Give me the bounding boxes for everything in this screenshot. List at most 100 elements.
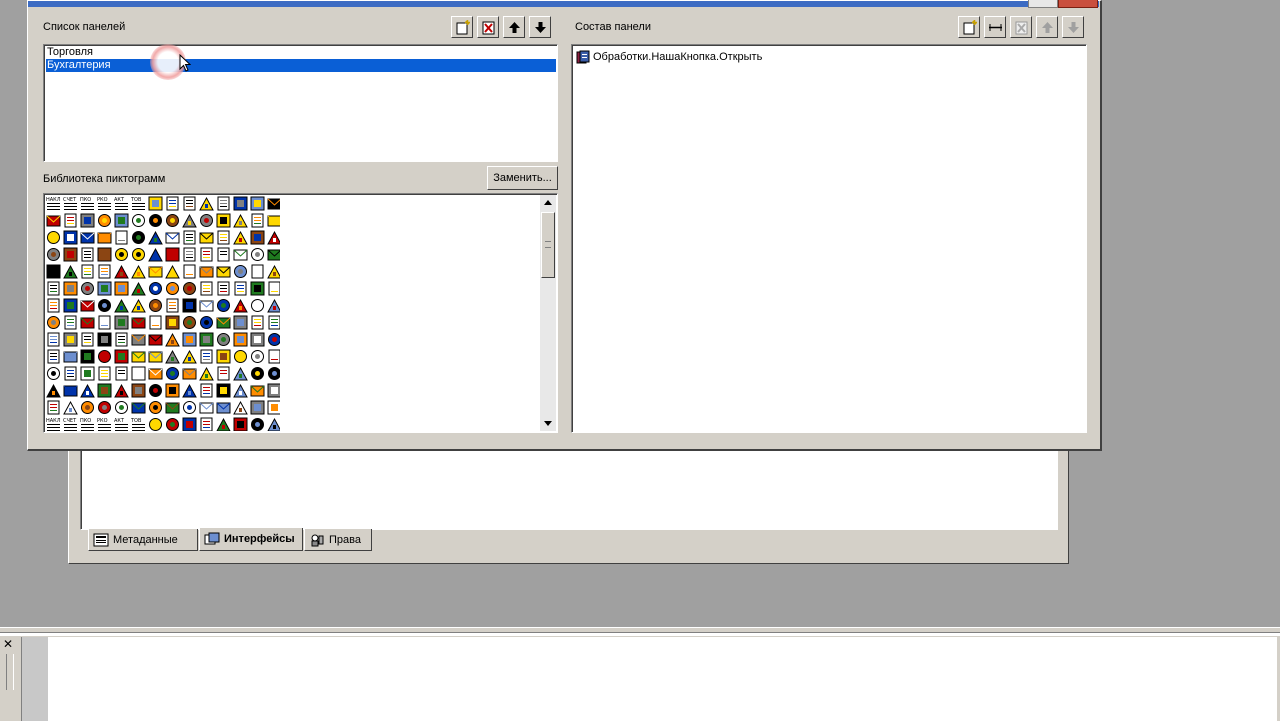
panel-list-item[interactable]: Торговля — [47, 46, 93, 58]
pictogram-icon[interactable] — [216, 196, 231, 211]
pictogram-icon[interactable] — [267, 264, 280, 279]
pictogram-icon[interactable] — [233, 332, 248, 347]
pictogram-icon[interactable] — [46, 400, 61, 415]
pictogram-icon[interactable] — [182, 400, 197, 415]
pictogram-icon[interactable] — [250, 417, 265, 431]
pictogram-icon[interactable] — [199, 247, 214, 262]
message-text-area[interactable] — [48, 637, 1277, 721]
pictogram-icon[interactable] — [182, 264, 197, 279]
pictogram-icon[interactable] — [63, 281, 78, 296]
pictogram-icon[interactable] — [250, 213, 265, 228]
pictogram-icon[interactable] — [182, 315, 197, 330]
pictogram-icon[interactable] — [63, 264, 78, 279]
pictogram-icon[interactable] — [199, 315, 214, 330]
title-bar-button-right[interactable] — [1058, 0, 1098, 8]
pictogram-icon[interactable] — [216, 247, 231, 262]
pictogram-icon[interactable] — [131, 281, 146, 296]
panel-list[interactable]: Торговля Бухгалтерия — [43, 44, 558, 162]
pictogram-icon[interactable] — [216, 383, 231, 398]
pictogram-icon[interactable] — [80, 366, 95, 381]
move-button-up-button[interactable] — [1036, 16, 1058, 38]
pictogram-icon[interactable] — [114, 298, 129, 313]
pictogram-icon[interactable] — [97, 366, 112, 381]
pictogram-icon[interactable] — [148, 213, 163, 228]
pictogram-icon[interactable] — [114, 230, 129, 245]
pictogram-icon[interactable] — [114, 264, 129, 279]
pictogram-icon[interactable] — [199, 417, 214, 431]
pictogram-icon[interactable] — [199, 230, 214, 245]
tab-interfaces[interactable]: Интерфейсы — [199, 528, 303, 551]
pictogram-icon[interactable] — [199, 332, 214, 347]
close-messages-icon[interactable]: ✕ — [3, 638, 15, 650]
pictogram-icon[interactable] — [199, 298, 214, 313]
pictogram-icon[interactable] — [63, 349, 78, 364]
pictogram-icon[interactable]: АКТ — [114, 196, 129, 211]
pictogram-icon[interactable] — [182, 383, 197, 398]
pictogram-icon[interactable] — [63, 315, 78, 330]
pictogram-icon[interactable] — [250, 230, 265, 245]
pictogram-icon[interactable] — [148, 400, 163, 415]
pictogram-icon[interactable] — [199, 264, 214, 279]
pictogram-icon[interactable] — [216, 264, 231, 279]
pictogram-icon[interactable] — [114, 315, 129, 330]
pictogram-icon[interactable] — [165, 349, 180, 364]
pictogram-icon[interactable] — [131, 332, 146, 347]
pictogram-icon[interactable] — [216, 281, 231, 296]
pictogram-icon[interactable] — [250, 349, 265, 364]
pictogram-icon[interactable] — [165, 383, 180, 398]
pictogram-icon[interactable] — [182, 417, 197, 431]
pictogram-icon[interactable] — [182, 230, 197, 245]
pictogram-icon[interactable] — [267, 417, 280, 431]
pictogram-icon[interactable] — [233, 417, 248, 431]
pictogram-icon[interactable] — [267, 281, 280, 296]
pictogram-icon[interactable] — [80, 315, 95, 330]
pictogram-icon[interactable] — [46, 315, 61, 330]
pictogram-icon[interactable]: РКО — [97, 196, 112, 211]
pictogram-icon[interactable] — [63, 298, 78, 313]
pictogram-icon[interactable] — [216, 315, 231, 330]
panel-composition-list[interactable]: Обработки.НашаКнопка.Открыть — [571, 44, 1087, 433]
pictogram-icon[interactable] — [63, 213, 78, 228]
pictogram-icon[interactable] — [80, 332, 95, 347]
pictogram-icon[interactable] — [46, 230, 61, 245]
pictogram-icon[interactable] — [250, 281, 265, 296]
pictogram-icon[interactable] — [165, 196, 180, 211]
pictogram-icon[interactable] — [114, 281, 129, 296]
messages-grip[interactable] — [6, 654, 14, 690]
pictogram-icon[interactable] — [182, 196, 197, 211]
pictogram-icon[interactable] — [46, 281, 61, 296]
pictogram-icon[interactable] — [46, 264, 61, 279]
pictogram-icon[interactable] — [131, 247, 146, 262]
pictogram-icon[interactable] — [63, 332, 78, 347]
pictogram-icon[interactable] — [267, 400, 280, 415]
pictogram-icon[interactable] — [46, 349, 61, 364]
pictogram-icon[interactable] — [233, 315, 248, 330]
pictogram-icon[interactable] — [131, 400, 146, 415]
pictogram-icon[interactable] — [46, 383, 61, 398]
pictogram-icon[interactable] — [182, 281, 197, 296]
pictogram-icon[interactable] — [63, 247, 78, 262]
pictogram-icon[interactable] — [182, 298, 197, 313]
pictogram-icon[interactable] — [97, 298, 112, 313]
pictogram-icon[interactable] — [165, 315, 180, 330]
pictogram-icon[interactable] — [165, 366, 180, 381]
pictogram-icon[interactable] — [199, 366, 214, 381]
scroll-thumb[interactable] — [541, 212, 555, 278]
icon-library-grid[interactable]: НАКЛ СЧЕТ ПКО РКО АКТ ТОВ НАКЛ СЧЕТ ПКО РКО АКТ ТОВ — [46, 196, 280, 431]
pictogram-icon[interactable] — [216, 400, 231, 415]
pictogram-icon[interactable] — [165, 230, 180, 245]
pictogram-icon[interactable] — [131, 366, 146, 381]
composition-item[interactable]: Обработки.НашаКнопка.Открыть — [576, 50, 762, 64]
pictogram-icon[interactable] — [233, 366, 248, 381]
pictogram-icon[interactable] — [233, 196, 248, 211]
pictogram-icon[interactable] — [199, 349, 214, 364]
pictogram-icon[interactable] — [131, 298, 146, 313]
pictogram-icon[interactable] — [233, 230, 248, 245]
pictogram-icon[interactable] — [267, 315, 280, 330]
pictogram-icon[interactable]: ТОВ — [130, 196, 146, 211]
pictogram-icon[interactable] — [233, 281, 248, 296]
pictogram-icon[interactable] — [165, 213, 180, 228]
pictogram-icon[interactable] — [46, 213, 61, 228]
pictogram-icon[interactable] — [148, 366, 163, 381]
pictogram-icon[interactable] — [80, 383, 95, 398]
